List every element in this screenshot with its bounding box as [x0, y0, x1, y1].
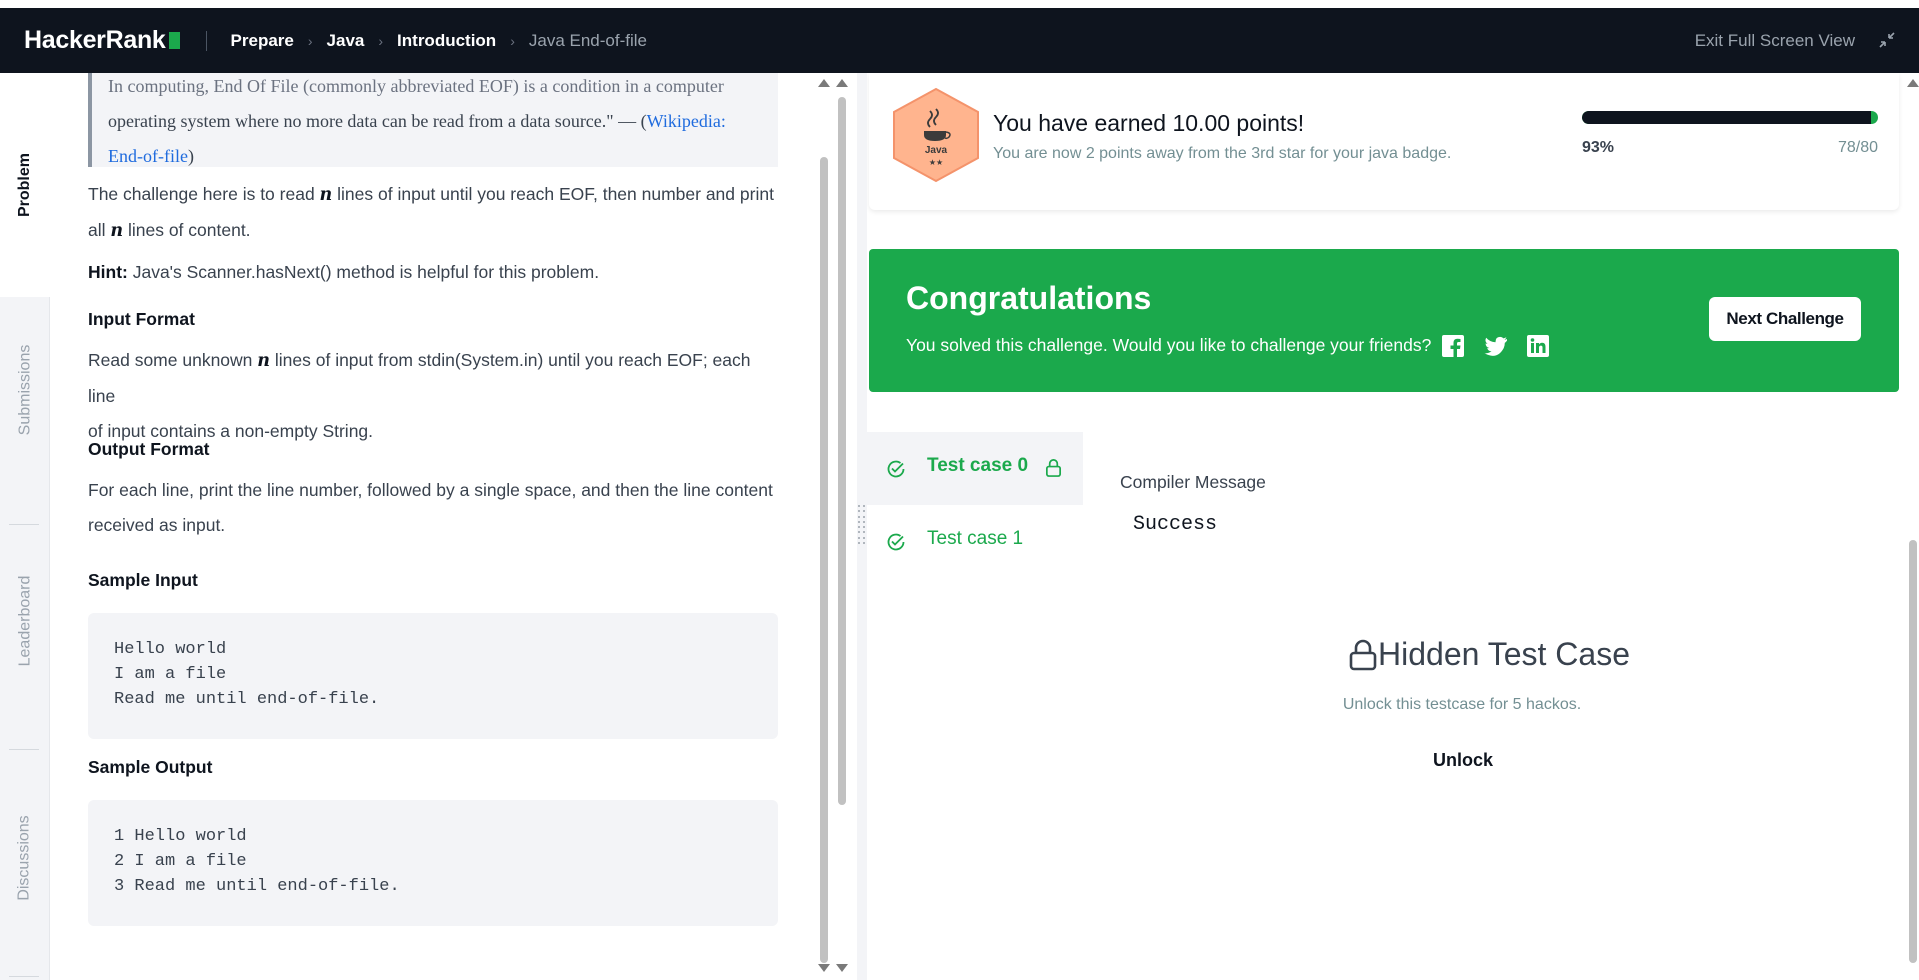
hidden-test-case-title: Hidden Test Case [1348, 636, 1630, 673]
output-format-heading: Output Format [88, 439, 210, 459]
check-circle-icon [887, 533, 905, 551]
test-case-0[interactable]: Test case 0 [867, 432, 1083, 505]
facebook-icon[interactable] [1441, 334, 1465, 358]
points-away: You are now 2 points away from the 3rd s… [993, 145, 1452, 162]
quote-line-3: End-of-file) [108, 146, 194, 166]
nav-separator [205, 30, 207, 51]
logo-block-icon [168, 32, 180, 49]
linkedin-icon[interactable] [1526, 334, 1550, 358]
badge-label: Java [925, 145, 948, 156]
java-badge-icon: Java ★★ [893, 87, 979, 183]
tab-divider [9, 524, 39, 525]
hint-text: Hint: Java's Scanner.hasNext() method is… [88, 262, 600, 282]
problem-scrollbar[interactable] [818, 77, 830, 972]
scroll-down-arrow-icon[interactable] [836, 964, 848, 972]
output-format-text: For each line, print the line number, fo… [88, 480, 773, 535]
scroll-up-arrow-icon[interactable] [836, 79, 848, 87]
scrollbar-thumb[interactable] [838, 97, 846, 805]
sample-input-code: Hello world I am a file Read me until en… [88, 613, 778, 739]
scroll-up-arrow-icon[interactable] [1907, 79, 1919, 87]
check-circle-icon [887, 460, 905, 478]
tab-problem[interactable]: Problem [0, 73, 50, 297]
points-card: Java ★★ You have earned 10.00 points! Yo… [869, 73, 1899, 210]
progress-score: 78/80 [1837, 139, 1878, 156]
eof-quote: In computing, End Of File (commonly abbr… [88, 73, 778, 167]
lock-icon [1045, 459, 1062, 477]
breadcrumb-current: Java End-of-file [528, 30, 647, 50]
unlock-button[interactable]: Unlock [1413, 750, 1513, 771]
tab-submissions-label: Submissions [16, 344, 34, 436]
badge-progress-bar [1582, 111, 1878, 124]
tab-leaderboard[interactable]: Leaderboard [0, 561, 50, 681]
scroll-down-arrow-icon[interactable] [818, 964, 830, 972]
input-format-text: Read some unknown n lines of input from … [88, 350, 751, 441]
quote-line-1: In computing, End Of File (commonly abbr… [108, 76, 724, 96]
scrollbar-thumb[interactable] [820, 157, 828, 963]
chevron-right-icon: › [378, 32, 384, 49]
chevron-right-icon: › [307, 32, 313, 49]
points-earned: You have earned 10.00 points! [993, 110, 1305, 136]
congrats-title: Congratulations [906, 280, 1152, 316]
logo-text: HackerRank [24, 26, 166, 54]
next-challenge-button[interactable]: Next Challenge [1709, 297, 1861, 341]
challenge-text: The challenge here is to read n lines of… [88, 184, 774, 241]
quote-line-2: operating system where no more data can … [108, 111, 726, 131]
twitter-icon[interactable] [1484, 334, 1508, 358]
tab-discussions-label: Discussions [16, 815, 34, 901]
congratulations-banner: Congratulations You solved this challeng… [869, 249, 1899, 392]
sample-output-code: 1 Hello world 2 I am a file 3 Read me un… [88, 800, 778, 926]
test-case-1[interactable]: Test case 1 [867, 505, 1083, 578]
breadcrumb-java[interactable]: Java [327, 31, 365, 51]
tab-submissions[interactable]: Submissions [0, 335, 50, 445]
badge-progress-fill [1582, 111, 1871, 124]
vertical-tabs: Problem Submissions Leaderboard Discussi… [0, 73, 50, 980]
scrollbar-thumb[interactable] [1909, 540, 1917, 963]
tab-discussions[interactable]: Discussions [0, 793, 50, 923]
problem-panel: In computing, End Of File (commonly abbr… [50, 73, 818, 980]
sample-input-heading: Sample Input [88, 570, 198, 590]
problem-scrollbar-2[interactable] [836, 77, 848, 972]
compiler-message-value: Success [1133, 513, 1218, 536]
wikipedia-link[interactable]: Wikipedia: [647, 111, 726, 131]
tab-divider [9, 749, 39, 750]
input-format-heading: Input Format [88, 309, 195, 329]
hidden-test-case-subtitle: Unlock this testcase for 5 hackos. [1342, 696, 1582, 713]
scroll-up-arrow-icon[interactable] [818, 79, 830, 87]
badge-stars: ★★ [929, 158, 943, 167]
test-case-0-label: Test case 0 [927, 455, 1029, 476]
breadcrumb-introduction[interactable]: Introduction [397, 31, 496, 51]
hackerrank-logo[interactable]: HackerRank [24, 26, 180, 55]
hidden-title-text: Hidden Test Case [1378, 636, 1630, 672]
top-nav: HackerRank Prepare › Java › Introduction… [0, 0, 1919, 73]
compiler-message-label: Compiler Message [1120, 472, 1266, 492]
resize-grip-icon[interactable] [858, 505, 866, 545]
congrats-message: You solved this challenge. Would you lik… [906, 335, 1432, 355]
result-panel: Java ★★ You have earned 10.00 points! Yo… [867, 73, 1907, 980]
tab-leaderboard-label: Leaderboard [16, 575, 33, 667]
sample-output-heading: Sample Output [88, 757, 213, 777]
test-case-1-label: Test case 1 [927, 528, 1024, 549]
wikipedia-link-2[interactable]: End-of-file [108, 146, 188, 166]
chevron-right-icon: › [510, 32, 515, 49]
result-scrollbar[interactable] [1907, 77, 1919, 972]
tab-problem-label: Problem [16, 152, 34, 218]
exit-fullscreen-link[interactable]: Exit Full Screen View [1695, 31, 1855, 51]
lock-icon [1349, 639, 1377, 670]
breadcrumb-prepare[interactable]: Prepare [231, 31, 294, 51]
collapse-icon[interactable] [1877, 30, 1897, 50]
tab-divider [9, 976, 39, 977]
progress-percent: 93% [1582, 139, 1615, 156]
